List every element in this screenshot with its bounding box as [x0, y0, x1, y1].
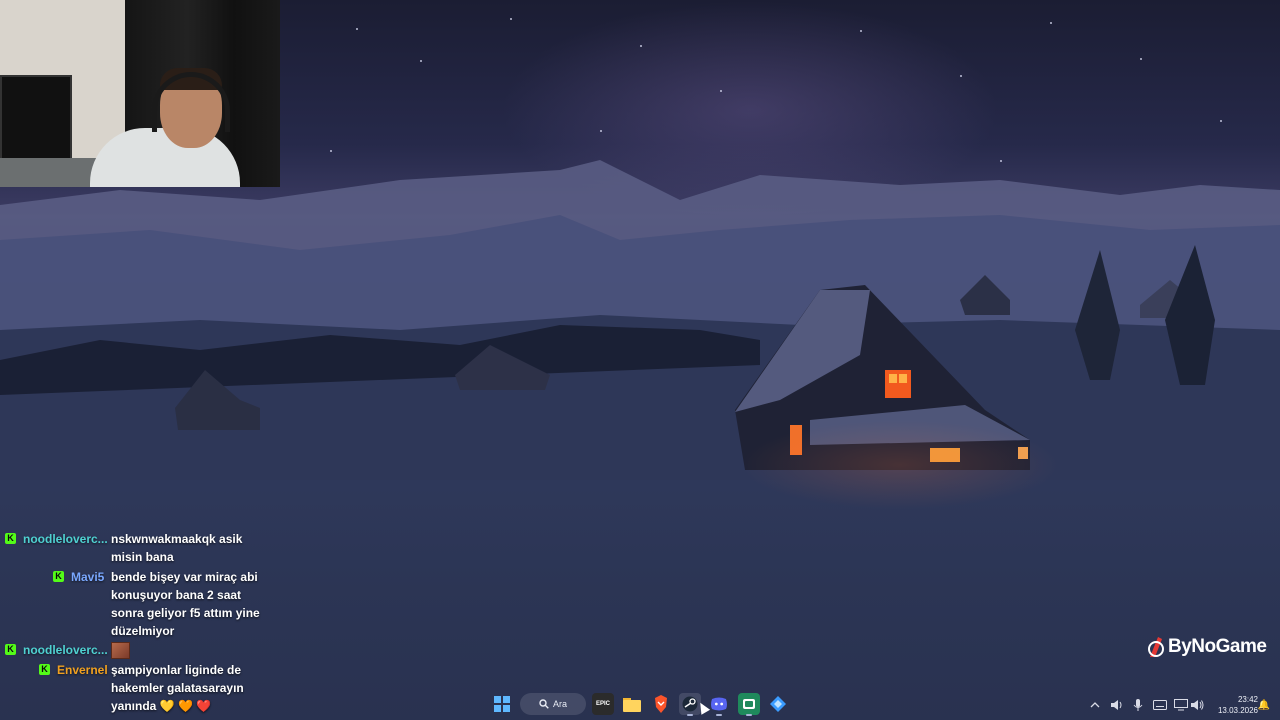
clock-time: 23:42 — [1237, 695, 1258, 704]
kick-badge-icon: K — [53, 571, 64, 582]
discord-icon[interactable] — [708, 693, 730, 715]
chat-emote — [111, 642, 130, 660]
chat-text: nskwnwakmaakqk asik misin bana — [111, 532, 243, 564]
house-glow — [740, 420, 1060, 510]
chat-username: Mavi5 — [71, 570, 105, 584]
microphone-icon[interactable] — [1131, 697, 1145, 713]
search-icon — [539, 699, 549, 709]
search-label: Ara — [552, 699, 567, 709]
logo-text: ByNoGame — [1168, 636, 1267, 657]
kick-badge-icon: K — [5, 533, 16, 544]
kick-badge-icon: K — [5, 644, 16, 655]
start-icon[interactable] — [491, 693, 513, 715]
bynogame-logo-icon — [1148, 637, 1164, 657]
chat-text: bende bişey var miraç abi konuşuyor bana… — [111, 570, 260, 638]
taskbar-clock[interactable]: 23:42 13.03.2026 — [1206, 694, 1258, 716]
running-indicator — [716, 714, 722, 716]
kick-studio-icon[interactable] — [738, 693, 760, 715]
webcam-overlay — [0, 0, 280, 187]
webcam-tv — [0, 75, 72, 169]
notification-bell-icon[interactable]: 🔔 — [1257, 697, 1271, 713]
chat-username: noodleloverc... — [23, 532, 108, 546]
display-icon[interactable] — [1173, 697, 1189, 713]
network-app-icon[interactable] — [767, 693, 789, 715]
file-explorer-icon[interactable] — [621, 693, 643, 715]
epic-games-icon[interactable]: EPIC — [592, 693, 614, 715]
clock-date: 13.03.2026 — [1217, 706, 1258, 715]
chat-username: noodleloverc... — [23, 643, 108, 657]
chat-username: Envernel — [57, 663, 108, 677]
keyboard-icon[interactable] — [1152, 697, 1168, 713]
volume-icon[interactable] — [1189, 697, 1205, 713]
chevron-up-icon[interactable] — [1088, 697, 1102, 713]
bynogame-logo: ByNoGame — [1146, 633, 1267, 661]
running-indicator — [687, 714, 693, 716]
running-indicator — [746, 714, 752, 716]
brave-browser-icon[interactable] — [650, 693, 672, 715]
chat-emote-row — [111, 641, 276, 660]
speaker-icon[interactable] — [1109, 697, 1125, 713]
kick-badge-icon: K — [39, 664, 50, 675]
taskbar-search[interactable]: Ara — [520, 693, 586, 715]
